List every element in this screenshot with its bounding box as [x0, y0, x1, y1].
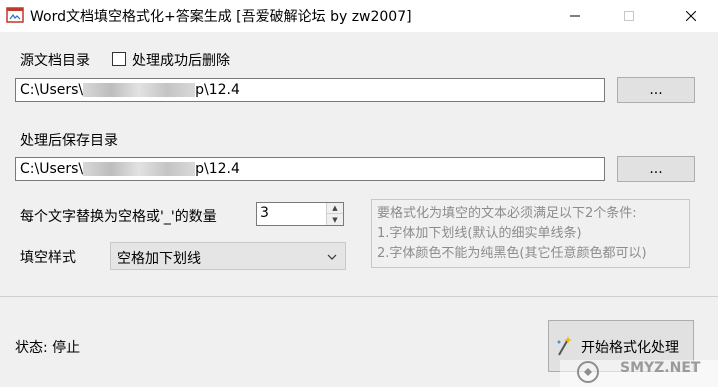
maximize-icon: [624, 11, 634, 21]
window-title: Word文档填空格式化+答案生成 [吾爱破解论坛 by zw2007]: [30, 9, 412, 25]
minimize-button[interactable]: [552, 0, 598, 32]
delete-after-checkbox[interactable]: [112, 52, 126, 66]
title-bar: Word文档填空格式化+答案生成 [吾爱破解论坛 by zw2007]: [0, 0, 718, 32]
source-dir-input[interactable]: C:\Users\ p\12.4: [15, 78, 605, 102]
output-path-suffix: p\12.4: [195, 161, 240, 177]
source-browse-button[interactable]: ...: [617, 77, 695, 103]
note-line-2: 1.字体加下划线(默认的细实单线条): [377, 226, 582, 241]
delete-after-label: 处理成功后删除: [132, 53, 230, 69]
replace-count-spinner[interactable]: 3 ▲ ▼: [256, 202, 344, 226]
close-icon: [686, 11, 696, 21]
conditions-note: 要格式化为填空的文本必须满足以下2个条件: 1.字体加下划线(默认的细实单线条)…: [371, 199, 690, 268]
redacted-region: [83, 162, 196, 176]
chevron-down-icon: [327, 254, 337, 260]
note-line-3: 2.字体颜色不能为纯黑色(其它任意颜色都可以): [377, 246, 647, 261]
spin-up-icon[interactable]: ▲: [327, 203, 343, 214]
output-path-prefix: C:\Users\: [20, 161, 84, 177]
fill-style-value: 空格加下划线: [117, 251, 201, 267]
source-path-suffix: p\12.4: [195, 82, 240, 98]
note-line-1: 要格式化为填空的文本必须满足以下2个条件:: [377, 206, 637, 221]
redacted-region: [83, 83, 196, 97]
status-text: 状态: 停止: [15, 340, 81, 356]
source-path-prefix: C:\Users\: [20, 82, 84, 98]
spin-down-icon[interactable]: ▼: [327, 214, 343, 225]
replace-count-value: 3: [260, 205, 269, 221]
close-button[interactable]: [668, 0, 714, 32]
fill-style-label: 填空样式: [20, 250, 76, 266]
watermark-text: SMYZ.NET: [620, 360, 701, 376]
source-dir-label: 源文档目录: [20, 53, 90, 69]
magic-wand-icon: [557, 336, 572, 356]
output-dir-label: 处理后保存目录: [20, 133, 118, 149]
start-format-label: 开始格式化处理: [581, 340, 679, 356]
maximize-button[interactable]: [606, 0, 652, 32]
replace-count-label: 每个文字替换为空格或'_'的数量: [20, 209, 217, 225]
output-dir-input[interactable]: C:\Users\ p\12.4: [15, 157, 605, 181]
minimize-icon: [570, 15, 580, 17]
output-browse-button[interactable]: ...: [617, 156, 695, 182]
app-icon: [6, 7, 24, 23]
fill-style-select[interactable]: 空格加下划线: [110, 242, 346, 270]
